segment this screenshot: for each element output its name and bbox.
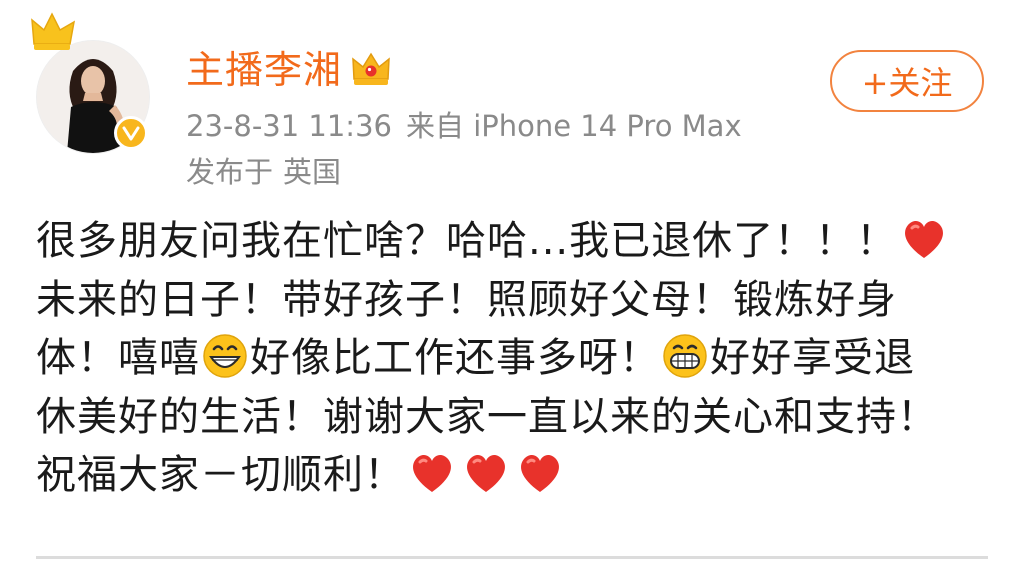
post-line-4: 休美好的生活！谢谢大家一直以来的关心和支持！ (36, 388, 992, 447)
post-line-5: 祝福大家－切顺利！ (36, 446, 992, 505)
post-line-1: 很多朋友问我在忙啥？哈哈...我已退休了！！！ (36, 212, 992, 271)
red-heart-icon (413, 454, 451, 492)
post-text-3b: 好像比工作还事多呀！ (250, 335, 660, 381)
username[interactable]: 主播李湘 (186, 48, 342, 92)
post-meta: 23-8-31 11:36 来自 iPhone 14 Pro Max (186, 108, 742, 144)
post-text-4: 休美好的生活！谢谢大家一直以来的关心和支持！ (36, 393, 938, 440)
post-line-3: 体！嘻嘻 好像比工作还事多呀！ 好好享受退 (36, 329, 992, 388)
avatar-crown-icon (31, 12, 76, 50)
location-country: 英国 (283, 155, 342, 189)
post-text-3a: 体！嘻嘻 (36, 335, 200, 381)
post-location: 发布于 英国 (186, 154, 341, 190)
red-heart-icon (905, 220, 944, 258)
verified-badge-icon (114, 116, 148, 150)
post-content: 很多朋友问我在忙啥？哈哈...我已退休了！！！ 未来的日子！带好孩子！照顾好父母… (36, 212, 992, 505)
location-prefix: 发布于 (186, 155, 274, 189)
post-text-3c: 好好享受退 (710, 335, 915, 381)
red-heart-icon (521, 454, 559, 492)
post-text-1: 很多朋友问我在忙啥？哈哈...我已退休了！！！ (36, 218, 898, 264)
post-source: 来自 iPhone 14 Pro Max (405, 109, 742, 143)
big-grin-icon (663, 334, 707, 378)
crown-icon (352, 52, 390, 85)
weibo-post: 主播李湘 23-8-31 11:36 来自 iPhone 14 Pro Max 发… (0, 0, 1024, 561)
post-line-2: 未来的日子！带好孩子！照顾好父母！锻炼好身 (36, 271, 992, 330)
red-heart-icon (467, 454, 505, 492)
post-text-2: 未来的日子！带好孩子！照顾好父母！锻炼好身 (36, 276, 897, 323)
post-text-5: 祝福大家－切顺利！ (36, 452, 405, 498)
timestamp: 23-8-31 11:36 (186, 109, 392, 143)
avatar-container[interactable] (36, 40, 150, 154)
divider (36, 556, 988, 559)
grinning-face-icon (203, 334, 247, 378)
follow-button[interactable]: +关注 (830, 50, 984, 112)
